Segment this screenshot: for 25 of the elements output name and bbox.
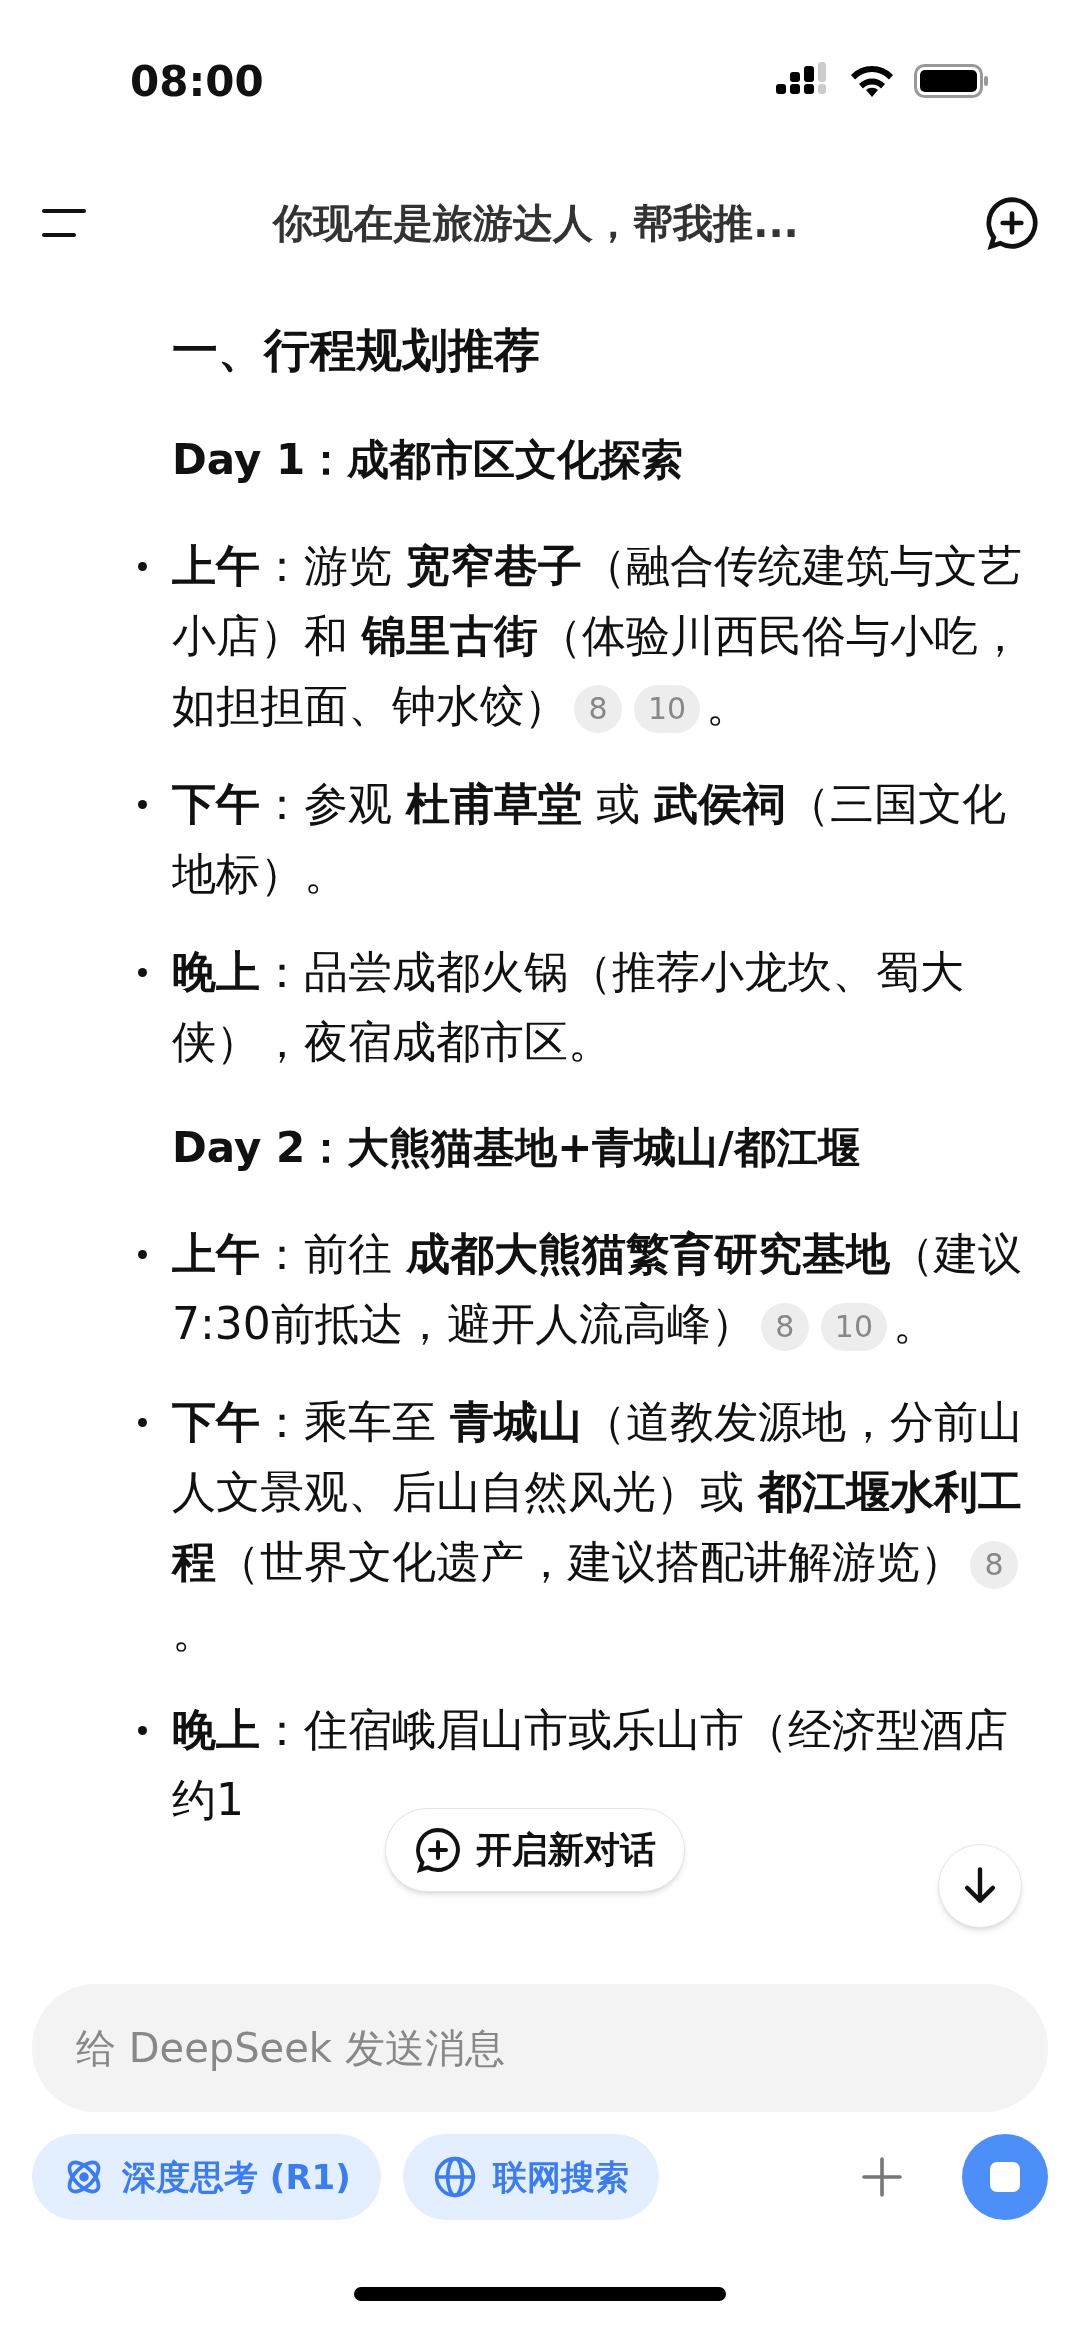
bullet-text: 下午：参观 杜甫草堂 或 武侯祠（三国文化地标）。	[172, 777, 1007, 901]
citation-badge[interactable]: 10	[820, 1303, 887, 1351]
battery-icon	[914, 63, 990, 99]
mode-toggle[interactable]: 深度思考 (R1)	[32, 2134, 381, 2220]
day-heading: Day 1：成都市区文化探索	[172, 434, 685, 486]
bullet-text: 下午：乘车至 青城山（道教发源地，分前山人文景观、后山自然风光）或 都江堰水利工程（世界文化遗产，建议搭配讲解游览） 8 。	[172, 1395, 1023, 1659]
wifi-icon	[848, 63, 896, 99]
mode-toggle[interactable]: 联网搜索	[402, 2134, 659, 2220]
globe-icon	[432, 2155, 477, 2199]
citation-badge[interactable]: 8	[574, 685, 622, 733]
bullet-text: 晚上：品尝成都火锅（推荐小龙坎、蜀大侠），夜宿成都市区。	[172, 945, 965, 1069]
day-heading: Day 2：大熊猫基地+青城山/都江堰	[172, 1122, 861, 1174]
message-input[interactable]: 给 DeepSeek 发送消息	[32, 1984, 1048, 2112]
citation-badge[interactable]: 8	[970, 1541, 1018, 1589]
new-chat-button[interactable]: 开启新对话	[385, 1808, 685, 1892]
stop-icon	[990, 2162, 1020, 2192]
section-heading: 一、行程规划推荐	[172, 322, 541, 379]
new-chat-icon[interactable]	[984, 194, 1040, 251]
chat-title: 你现在是旅游达人，帮我推...	[273, 198, 799, 248]
bullet-text: 上午：前往 成都大熊猫繁育研究基地（建议7:30前抵达，避开人流高峰） 8 10 。	[172, 1227, 1023, 1353]
citation-badge[interactable]: 10	[634, 685, 701, 733]
new-chat-icon	[414, 1826, 462, 1874]
citation-badge[interactable]: 8	[760, 1303, 809, 1351]
status-time: 08:00	[130, 55, 264, 108]
bullet-text: 上午：游览 宽窄巷子（融合传统建筑与文艺小店）和 锦里古街（体验川西民俗与小吃，如担担面、钟水饺） 8 10 。	[172, 539, 1023, 735]
